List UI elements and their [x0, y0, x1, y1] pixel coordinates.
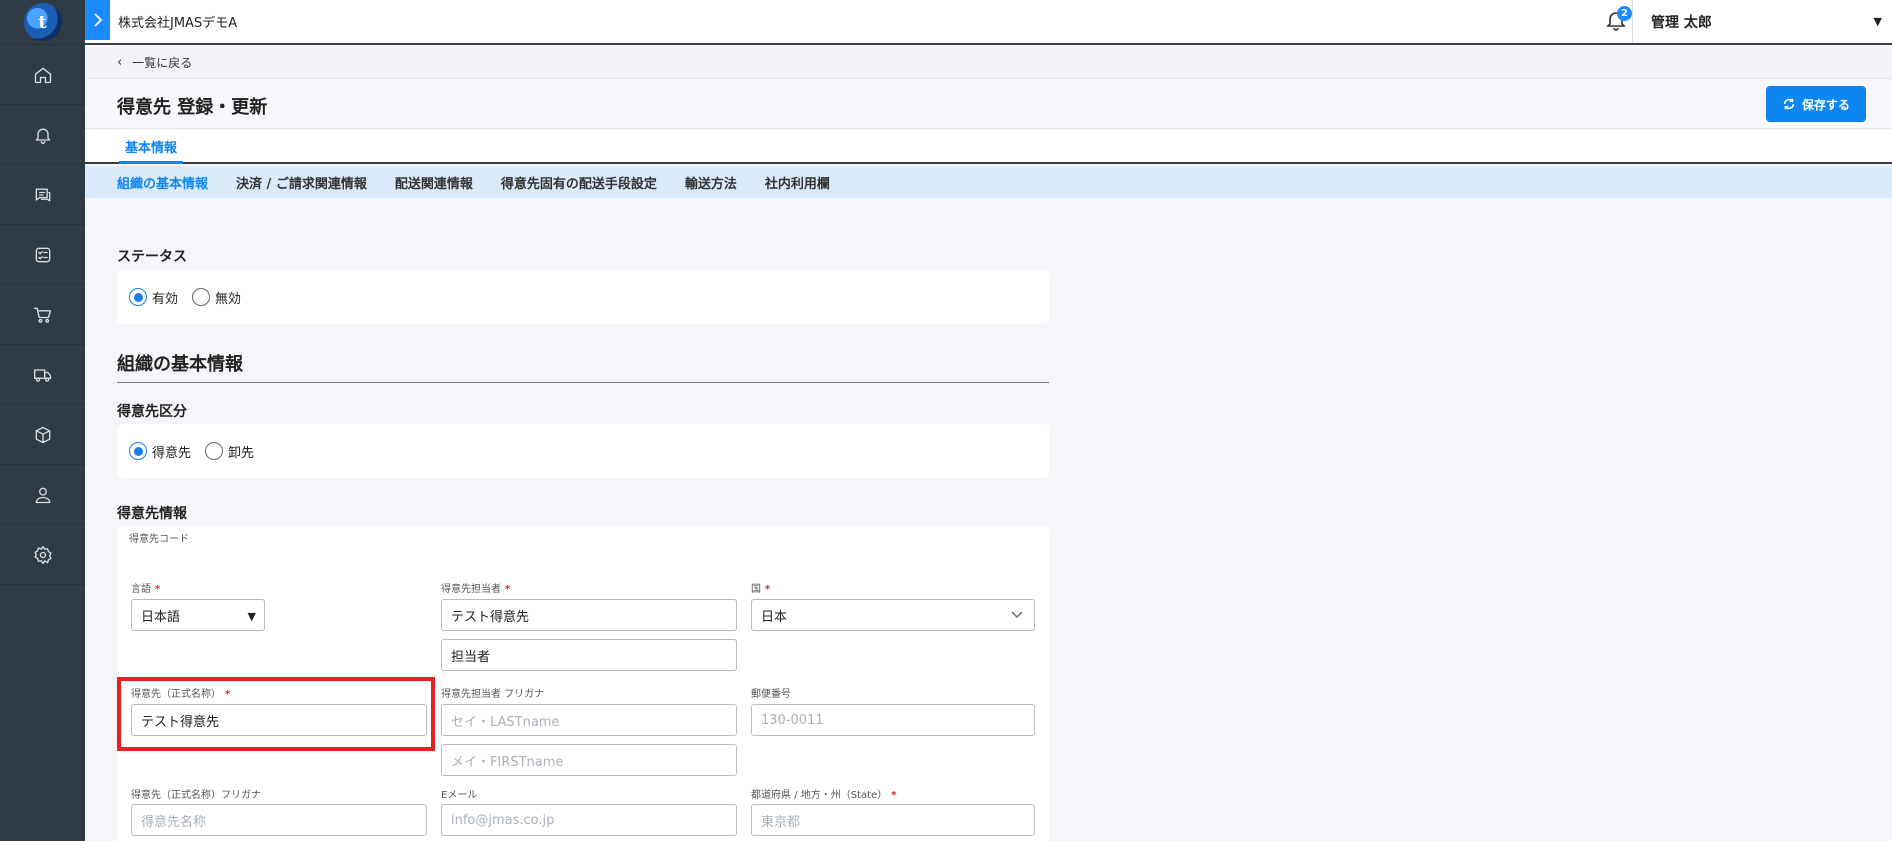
contact-kana-first-input[interactable]: メイ・FIRSTname [441, 744, 737, 776]
gear-icon [33, 545, 52, 564]
subtab-internal[interactable]: 社内利用欄 [765, 173, 830, 192]
box-icon [35, 426, 50, 443]
radio-label: 得意先 [152, 445, 192, 461]
user-name: 管理 太郎 [1651, 14, 1712, 31]
save-label: 保存する [1801, 97, 1850, 112]
radio-unchecked [205, 442, 224, 460]
chevron-left-icon: ‹ [117, 55, 123, 70]
org-section-title: 組織の基本情報 [117, 350, 1049, 383]
country-label: 国 * [751, 584, 771, 595]
home-icon [34, 67, 51, 83]
contact-label: 得意先担当者 * [441, 584, 511, 595]
contact-kana-label: 得意先担当者 フリガナ [441, 689, 545, 700]
chevron-down-icon [1010, 607, 1024, 621]
customer-info-label: 得意先情報 [117, 506, 187, 522]
nav-messages[interactable] [0, 165, 85, 225]
contact-input-1[interactable]: テスト得意先 [441, 599, 737, 631]
contact-kana-last-input[interactable]: セイ・LASTname [441, 704, 737, 736]
subtab-org-basic[interactable]: 組織の基本情報 [117, 173, 208, 192]
email-label: Eメール [441, 790, 478, 801]
customer-type-label: 得意先区分 [117, 404, 187, 420]
chevron-right-icon [93, 13, 102, 27]
tab-basic-info[interactable]: 基本情報 [119, 137, 184, 164]
status-card: 有効 無効 [117, 270, 1049, 324]
caret-down-icon: ▼ [247, 610, 256, 623]
official-kana-label: 得意先（正式名称）フリガナ [131, 790, 261, 801]
nav-customers[interactable] [0, 465, 85, 525]
country-value: 日本 [761, 609, 788, 625]
nav-shipping[interactable] [0, 345, 85, 405]
radio-label: 無効 [215, 291, 242, 307]
subtab-delivery[interactable]: 配送関連情報 [395, 173, 473, 192]
page-title: 得意先 登録・更新 [117, 97, 268, 118]
language-label: 言語 * [131, 584, 161, 595]
company-name: 株式会社JMASデモA [118, 16, 238, 31]
postal-label: 郵便番号 [751, 689, 791, 700]
nav-settings[interactable] [0, 525, 85, 585]
user-icon [35, 487, 50, 503]
official-kana-input[interactable]: 得意先名称 [131, 804, 427, 836]
country-select[interactable]: 日本 [751, 599, 1035, 631]
notification-badge: 2 [1617, 6, 1632, 21]
checklist-icon [35, 247, 50, 262]
nav-orders[interactable] [0, 285, 85, 345]
sidebar-expand-button[interactable] [85, 0, 110, 40]
sub-tabs: 組織の基本情報 決済 / ご請求関連情報 配送関連情報 得意先固有の配送手段設定… [85, 166, 1892, 198]
radio-label: 卸先 [228, 445, 255, 461]
prefecture-label: 都道府県 / 地方・州（State） * [751, 790, 897, 801]
sync-icon [1783, 98, 1795, 110]
status-inactive-radio[interactable]: 無効 [192, 288, 241, 307]
subtab-customer-delivery-method[interactable]: 得意先固有の配送手段設定 [501, 173, 657, 192]
top-bar: 株式会社JMASデモA 2 管理 太郎 ▼ [85, 0, 1892, 45]
radio-unchecked [192, 288, 211, 306]
radio-checked [129, 288, 147, 306]
prefecture-input[interactable]: 東京都 [751, 804, 1035, 836]
status-active-radio[interactable]: 有効 [129, 288, 178, 307]
nav-tasks[interactable] [0, 225, 85, 285]
customer-type-card: 得意先 卸先 [117, 424, 1049, 478]
radio-checked [129, 442, 147, 460]
customer-type-wholesale-radio[interactable]: 卸先 [205, 442, 254, 461]
contact-input-2[interactable]: 担当者 [441, 639, 737, 671]
cart-icon [33, 307, 51, 323]
chat-icon [35, 188, 50, 201]
status-label: ステータス [117, 249, 187, 265]
bell-icon [35, 128, 50, 144]
back-link[interactable]: ‹ 一覧に戻る [85, 47, 1892, 79]
customer-type-customer-radio[interactable]: 得意先 [129, 442, 191, 461]
save-button[interactable]: 保存する [1766, 86, 1866, 122]
language-select[interactable]: 日本語 ▼ [131, 599, 265, 631]
notification-button[interactable]: 2 [1604, 6, 1632, 36]
radio-label: 有効 [152, 291, 179, 307]
nav-products[interactable] [0, 405, 85, 465]
highlight-box [117, 677, 435, 751]
nav-home[interactable] [0, 45, 85, 105]
customer-code-label: 得意先コード [129, 534, 189, 545]
postal-input[interactable]: 130-0011 [751, 704, 1035, 736]
sidebar: t [0, 0, 85, 841]
subtab-transport[interactable]: 輸送方法 [685, 173, 737, 192]
main-tabs: 基本情報 [85, 130, 1892, 164]
subtab-payment[interactable]: 決済 / ご請求関連情報 [236, 173, 367, 192]
back-label: 一覧に戻る [132, 56, 193, 70]
caret-down-icon: ▼ [1873, 15, 1882, 28]
language-value: 日本語 [141, 609, 181, 625]
truck-icon [33, 368, 51, 382]
page-header: 得意先 登録・更新 保存する [85, 79, 1892, 129]
user-menu[interactable]: 管理 太郎 ▼ [1632, 0, 1892, 43]
nav-notifications[interactable] [0, 105, 85, 165]
email-input[interactable]: info@jmas.co.jp [441, 804, 737, 836]
app-logo[interactable]: t [0, 0, 85, 45]
logo-mark: t [23, 3, 62, 41]
